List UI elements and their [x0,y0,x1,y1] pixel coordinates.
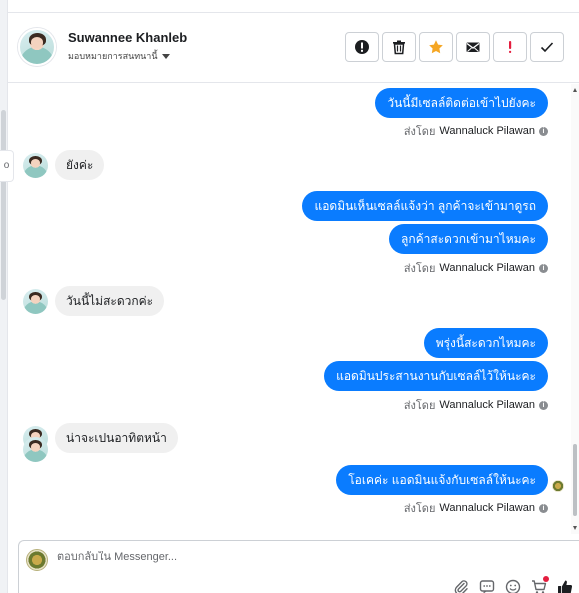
message-incoming[interactable]: น่าจะเปนอาทิตหน้า [55,423,178,453]
scroll-down-icon[interactable] [573,526,577,530]
assign-label: มอบหมายการสนทนานี้ [68,51,158,61]
emoji-icon[interactable] [505,579,521,593]
follow-up-button[interactable] [493,32,527,62]
sent-by-label: ส่งโดย Wannaluck Pilawan i [404,396,548,414]
chat-icon[interactable] [479,579,495,593]
sender-name: Wannaluck Pilawan [439,262,535,274]
message-outgoing[interactable]: แอดมินประสานงานกับเซลล์ไว้ให้นะคะ [324,361,548,391]
sender-name: Wannaluck Pilawan [439,399,535,411]
delete-button[interactable] [382,32,416,62]
page-avatar[interactable] [26,549,48,571]
contact-avatar-small [23,289,48,314]
sent-by-prefix: ส่งโดย [403,126,436,138]
message-outgoing[interactable]: แอดมินเห็นเซลล์แจ้งว่า ลูกค้าจะเข้ามาดูร… [302,191,548,221]
sender-name: Wannaluck Pilawan [439,125,535,137]
mark-done-button[interactable] [530,32,564,62]
cart-button[interactable] [531,576,549,593]
reply-composer [18,540,579,593]
contact-name[interactable]: Suwannee Khanleb [68,30,187,45]
left-scroll-thumb[interactable] [1,110,6,300]
info-icon[interactable]: i [539,400,548,410]
seen-by-avatar [23,437,48,462]
page-read-receipt-avatar [552,480,564,492]
info-icon[interactable]: i [539,263,548,273]
alert-icon [355,40,369,54]
sent-by-label: ส่งโดย Wannaluck Pilawan i [404,259,548,277]
sender-name: Wannaluck Pilawan [439,502,535,514]
contact-avatar[interactable] [18,28,56,66]
caret-down-icon [161,53,170,59]
mark-unread-button[interactable] [456,32,490,62]
thread-scroll-thumb[interactable] [573,444,577,516]
message-outgoing[interactable]: โอเคค่ะ แอดมินแจ้งกับเซลล์ให้นะคะ [336,465,548,495]
scroll-up-icon[interactable] [573,88,577,92]
trash-icon [393,40,405,55]
sent-by-label: ส่งโดย Wannaluck Pilawan i [404,122,548,140]
info-icon[interactable]: i [539,126,548,136]
paperclip-icon[interactable] [453,579,469,593]
thread-scrollbar[interactable] [571,84,579,534]
thumbs-up-icon[interactable] [557,579,573,593]
message-incoming[interactable]: วันนี้ไม่สะดวกค่ะ [55,286,165,316]
contact-avatar-small [23,153,48,178]
message-outgoing[interactable]: วันนี้มีเซลล์ติดต่อเข้าไปยังคะ [375,88,548,118]
left-panel-scrollbar[interactable] [0,0,8,593]
info-icon[interactable]: i [539,503,548,513]
assign-conversation-dropdown[interactable]: มอบหมายการสนทนานี้ [68,49,170,63]
message-outgoing[interactable]: พรุ่งนี้สะดวกไหมคะ [423,328,548,358]
envelope-icon [466,42,480,52]
notification-dot [543,576,549,582]
sent-by-prefix: ส่งโดย [403,263,436,275]
message-incoming[interactable]: ยังค่ะ [55,150,105,180]
conversation-actions [345,32,564,62]
star-button[interactable] [419,32,453,62]
star-icon [429,40,443,54]
composer-tools [453,576,573,593]
reply-input[interactable] [57,551,557,563]
check-icon [540,42,554,53]
sent-by-prefix: ส่งโดย [403,400,436,412]
exclamation-icon [509,41,512,53]
mark-spam-button[interactable] [345,32,379,62]
message-outgoing[interactable]: ลูกค้าสะดวกเข้ามาไหมคะ [389,224,548,254]
message-thread: วันนี้มีเซลล์ติดต่อเข้าไปยังคะ ส่งโดย Wa… [8,84,571,534]
sent-by-prefix: ส่งโดย [403,503,436,515]
conversation-header: Suwannee Khanleb มอบหมายการสนทนานี้ [8,13,579,83]
sent-by-label: ส่งโดย Wannaluck Pilawan i [404,499,548,517]
